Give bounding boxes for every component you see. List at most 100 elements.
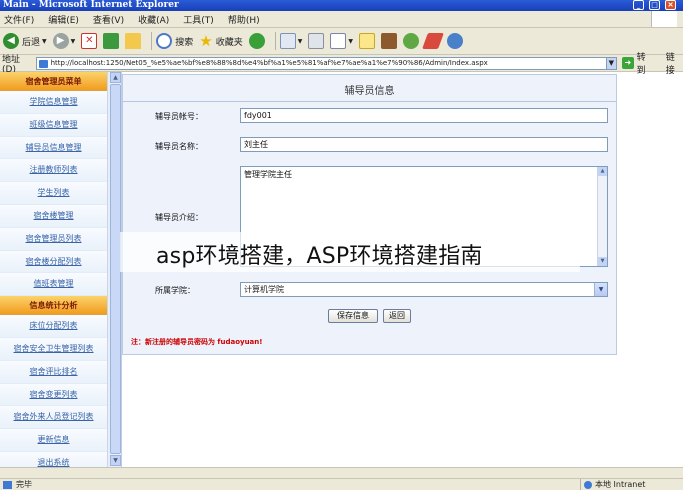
sidebar-item-visitors[interactable]: 宿舍外来人员登记列表 (0, 406, 107, 430)
password-note: 注：新注册的辅导员密码为 fudaoyuan! (131, 338, 263, 346)
save-button[interactable]: 保存信息 (328, 309, 378, 323)
menu-help[interactable]: 帮助(H) (228, 13, 260, 26)
sidebar-item-duty[interactable]: 值班表管理 (0, 273, 107, 297)
go-arrow-icon: ➜ (622, 57, 634, 69)
discuss-button[interactable] (359, 30, 375, 52)
scroll-down-icon[interactable]: ▼ (598, 257, 607, 266)
name-field[interactable]: 刘主任 (240, 137, 608, 152)
address-input[interactable]: http://localhost:1250/Net05_%e5%ae%bf%e8… (35, 56, 607, 70)
sidebar-item-beds[interactable]: 床位分配列表 (0, 315, 107, 338)
network-icon (447, 33, 463, 49)
forward-arrow-icon: ▶ (52, 33, 69, 49)
window-title: Main - Microsoft Internet Explorer (3, 0, 179, 10)
mail-button[interactable]: ▼ (279, 30, 303, 52)
stop-button[interactable]: ✕ (81, 30, 98, 52)
sidebar-item-safety[interactable]: 宿舍安全卫生管理列表 (0, 337, 107, 361)
back-button[interactable]: ◀ 后退 ▼ (3, 30, 47, 52)
windows-logo-icon (651, 11, 677, 27)
history-icon (248, 33, 265, 49)
search-button[interactable]: 搜索 (156, 30, 193, 52)
maximize-button[interactable]: □ (649, 0, 660, 10)
edit-button[interactable]: ▼ (330, 30, 353, 52)
menu-view[interactable]: 查看(V) (93, 13, 124, 26)
toolbar-separator (151, 32, 153, 50)
textarea-scrollbar[interactable]: ▲ ▼ (597, 167, 607, 266)
go-label: 转到 (636, 53, 646, 76)
toolbar: ◀ 后退 ▼ ▶ ▼ ✕ 搜索 ★ 收藏夹 ▼ ▼ (0, 28, 683, 55)
tool-button-2[interactable] (447, 30, 463, 52)
sidebar-item-college[interactable]: 学院信息管理 (0, 91, 107, 114)
page-icon (3, 481, 12, 489)
forward-button[interactable]: ▶ ▼ (52, 30, 75, 52)
feather-icon (422, 33, 444, 49)
sidebar-item-update[interactable]: 更新信息 (0, 429, 107, 452)
print-icon (308, 33, 325, 49)
favorites-label: 收藏夹 (215, 37, 243, 48)
status-bar: 完毕 本地 Intranet (0, 478, 683, 490)
toolbar-separator (274, 32, 276, 50)
scroll-down-icon[interactable]: ▼ (110, 455, 121, 466)
mail-icon (279, 33, 296, 49)
stop-icon: ✕ (81, 33, 98, 49)
intro-text: 管理学院主任 (244, 170, 292, 179)
security-zone: 本地 Intranet (580, 479, 645, 490)
sidebar-item-changes[interactable]: 宿舍变更列表 (0, 383, 107, 407)
menu-edit[interactable]: 编辑(E) (48, 13, 79, 26)
links-button[interactable]: 链接 (666, 50, 683, 76)
title-divider (123, 101, 616, 102)
tool-button-1[interactable] (422, 30, 444, 52)
home-icon (125, 33, 142, 49)
refresh-icon (103, 33, 120, 49)
chevron-down-icon: ▼ (297, 37, 303, 45)
research-button[interactable] (381, 30, 397, 52)
horizontal-scrollbar[interactable] (0, 467, 683, 478)
college-select[interactable]: 计算机学院 ▼ (240, 282, 608, 297)
menu-file[interactable]: 文件(F) (4, 13, 34, 26)
chevron-down-icon: ▼ (42, 37, 47, 45)
account-field[interactable]: fdy001 (240, 108, 608, 123)
sidebar-item-ranking[interactable]: 宿舍评比排名 (0, 360, 107, 384)
sidebar-item-students[interactable]: 学生列表 (0, 182, 107, 205)
college-label: 所属学院： (155, 286, 195, 295)
history-button[interactable] (248, 30, 265, 52)
favorites-button[interactable]: ★ 收藏夹 (199, 30, 242, 52)
sidebar-menu: 宿舍管理员菜单 学院信息管理 班级信息管理 辅导员信息管理 注册教师列表 学生列… (0, 72, 108, 467)
menu-favorites[interactable]: 收藏(A) (138, 13, 169, 26)
sidebar-item-building-assign[interactable]: 宿舍楼分配列表 (0, 250, 107, 274)
sidebar-section-dorm-admin: 宿舍管理员菜单 (0, 72, 107, 91)
window-title-bar: Main - Microsoft Internet Explorer _ □ ✕ (0, 0, 683, 11)
close-button[interactable]: ✕ (665, 0, 676, 10)
intro-label: 辅导员介绍： (155, 213, 203, 222)
address-dropdown-button[interactable]: ▼ (606, 56, 618, 70)
status-text: 完毕 (16, 480, 32, 489)
back-button-form[interactable]: 返回 (383, 309, 411, 323)
chevron-down-icon: ▼ (348, 37, 353, 45)
college-selected-value: 计算机学院 (244, 285, 284, 294)
edit-icon (330, 33, 347, 49)
sidebar-item-counselor[interactable]: 辅导员信息管理 (0, 136, 107, 160)
back-arrow-icon: ◀ (3, 33, 19, 49)
menu-bar: 文件(F) 编辑(E) 查看(V) 收藏(A) 工具(T) 帮助(H) (0, 11, 683, 28)
messenger-button[interactable] (403, 30, 419, 52)
search-label: 搜索 (175, 37, 194, 48)
minimize-button[interactable]: _ (633, 0, 644, 10)
sidebar-item-dorm-managers[interactable]: 宿舍管理员列表 (0, 227, 107, 251)
sidebar-item-teachers[interactable]: 注册教师列表 (0, 159, 107, 183)
overlay-caption: asp环境搭建，ASP环境搭建指南 (156, 244, 483, 269)
sidebar-item-class[interactable]: 班级信息管理 (0, 113, 107, 137)
scroll-up-icon[interactable]: ▲ (110, 72, 121, 83)
research-icon (381, 33, 397, 49)
menu-tools[interactable]: 工具(T) (183, 13, 214, 26)
form-title: 辅导员信息 (344, 86, 395, 97)
address-bar: 地址(D) http://localhost:1250/Net05_%e5%ae… (0, 53, 683, 76)
sidebar-item-buildings[interactable]: 宿舍楼管理 (0, 204, 107, 228)
chevron-down-icon: ▼ (594, 283, 607, 296)
scroll-up-icon[interactable]: ▲ (598, 167, 607, 176)
sidebar-item-logout[interactable]: 退出系统 (0, 451, 107, 467)
messenger-icon (403, 33, 419, 49)
refresh-button[interactable] (103, 30, 120, 52)
print-button[interactable] (308, 30, 325, 52)
go-button[interactable]: ➜ 转到 (622, 50, 654, 76)
name-label: 辅导员名称： (155, 142, 203, 151)
home-button[interactable] (125, 30, 142, 52)
